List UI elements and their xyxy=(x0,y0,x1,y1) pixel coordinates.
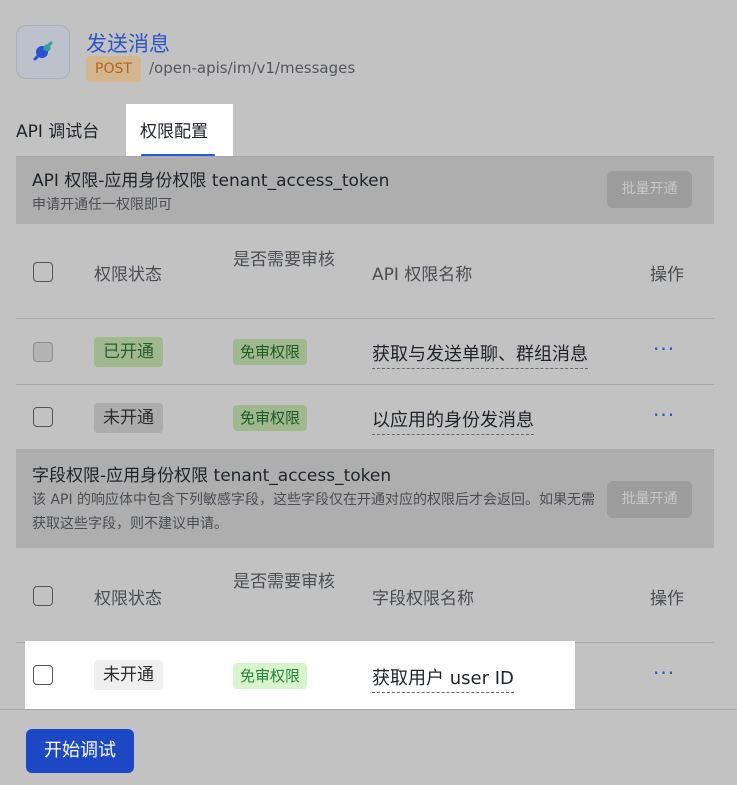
footer-divider xyxy=(0,709,737,710)
section-desc: 该 API 的响应体中包含下列敏感字段，这些字段仅在开通对应的权限后才会返回。如… xyxy=(32,492,596,532)
permission-name-link[interactable]: 获取与发送单聊、群组消息 xyxy=(372,340,588,369)
column-header-action: 操作 xyxy=(650,265,684,285)
table-header-row: 权限状态 是否需要审核 字段权限名称 操作 xyxy=(16,548,714,643)
status-badge: 已开通 xyxy=(94,337,163,367)
column-header-name: API 权限名称 xyxy=(372,265,473,285)
plug-icon xyxy=(33,41,53,61)
review-badge: 免审权限 xyxy=(233,339,308,365)
api-permission-section-header: API 权限-应用身份权限 tenant_access_token 申请开通任一… xyxy=(16,157,714,224)
permission-name-link[interactable]: 以应用的身份发消息 xyxy=(372,406,534,435)
column-header-status: 权限状态 xyxy=(94,265,162,285)
column-header-status: 权限状态 xyxy=(94,589,162,609)
table-row: 未开通 免审权限 以应用的身份发消息 ··· xyxy=(16,385,714,450)
select-all-checkbox[interactable] xyxy=(33,262,53,282)
table-row: 已开通 免审权限 获取与发送单聊、群组消息 ··· xyxy=(16,319,714,385)
review-badge: 免审权限 xyxy=(233,405,308,431)
row-checkbox[interactable] xyxy=(33,342,53,362)
page-title: 发送消息 xyxy=(86,32,170,56)
field-permission-section-header: 字段权限-应用身份权限 tenant_access_token 该 API 的响… xyxy=(16,450,714,548)
more-actions-icon[interactable]: ··· xyxy=(653,661,675,685)
column-header-name: 字段权限名称 xyxy=(372,589,474,609)
api-path: /open-apis/im/v1/messages xyxy=(149,59,356,77)
more-actions-icon[interactable]: ··· xyxy=(653,337,675,361)
section-title: API 权限-应用身份权限 tenant_access_token xyxy=(32,171,390,191)
row-checkbox[interactable] xyxy=(33,407,53,427)
app-icon xyxy=(16,25,70,79)
section-title: 字段权限-应用身份权限 tenant_access_token xyxy=(32,466,392,486)
column-header-action: 操作 xyxy=(650,589,684,609)
column-header-review: 是否需要审核 xyxy=(233,572,335,592)
status-badge: 未开通 xyxy=(94,403,163,433)
section-desc: 申请开通任一权限即可 xyxy=(32,197,172,213)
review-badge: 免审权限 xyxy=(233,663,308,689)
row-checkbox[interactable] xyxy=(33,665,53,685)
batch-enable-button[interactable]: 批量开通 xyxy=(607,171,692,208)
status-badge: 未开通 xyxy=(94,660,163,690)
permission-name-link[interactable]: 获取用户 user ID xyxy=(372,664,514,693)
more-actions-icon[interactable]: ··· xyxy=(653,403,675,427)
select-all-checkbox[interactable] xyxy=(33,586,53,606)
batch-enable-button[interactable]: 批量开通 xyxy=(607,481,692,518)
tab-api-debug[interactable]: API 调试台 xyxy=(16,117,99,142)
tab-permission-config[interactable]: 权限配置 xyxy=(126,104,233,157)
table-row: 未开通 免审权限 获取用户 user ID ··· xyxy=(16,643,714,709)
column-header-review: 是否需要审核 xyxy=(233,250,335,270)
start-debug-button[interactable]: 开始调试 xyxy=(26,729,134,773)
table-header-row: 权限状态 是否需要审核 API 权限名称 操作 xyxy=(16,224,714,319)
method-badge: POST xyxy=(86,56,141,82)
